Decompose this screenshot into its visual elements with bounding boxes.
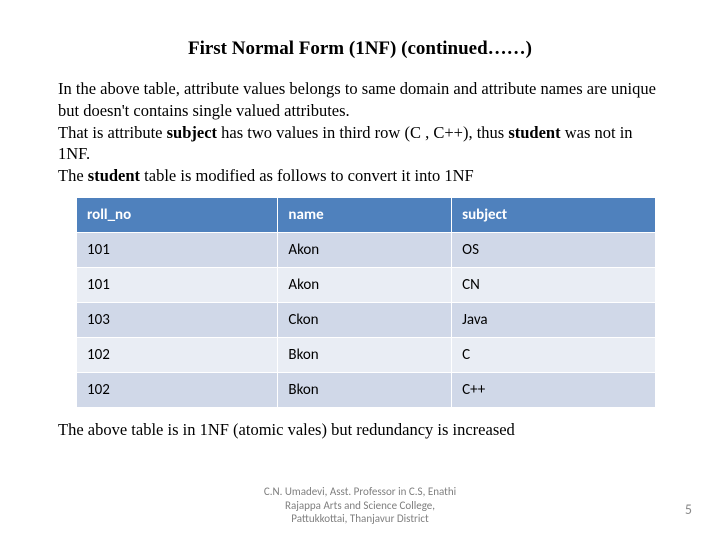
table-row: 102 Bkon C++ — [77, 372, 656, 407]
cell: Akon — [278, 232, 452, 267]
slide-title: First Normal Form (1NF) (continued……) — [58, 38, 662, 60]
cell: 102 — [77, 337, 278, 372]
col-header: roll_no — [77, 197, 278, 232]
attribution-line: Rajappa Arts and Science College, — [285, 499, 435, 512]
table-header-row: roll_no name subject — [77, 197, 656, 232]
body-paragraph: In the above table, attribute values bel… — [58, 78, 662, 187]
cell: 101 — [77, 267, 278, 302]
text-line: That is attribute — [58, 123, 167, 142]
bold-text: student — [508, 123, 560, 142]
bold-text: subject — [167, 123, 217, 142]
attribution-line: Pattukkottai, Thanjavur District — [291, 512, 429, 525]
cell: Ckon — [278, 302, 452, 337]
cell: C++ — [452, 372, 656, 407]
footnote: The above table is in 1NF (atomic vales)… — [58, 420, 662, 440]
cell: 103 — [77, 302, 278, 337]
attribution: C.N. Umadevi, Asst. Professor in C.S, En… — [0, 485, 720, 526]
page-number: 5 — [685, 501, 692, 518]
cell: 102 — [77, 372, 278, 407]
bold-text: student — [88, 166, 140, 185]
student-table: roll_no name subject 101 Akon OS 101 Ako… — [76, 197, 656, 408]
col-header: subject — [452, 197, 656, 232]
cell: Akon — [278, 267, 452, 302]
attribution-line: C.N. Umadevi, Asst. Professor in C.S, En… — [264, 485, 456, 498]
table-row: 103 Ckon Java — [77, 302, 656, 337]
col-header: name — [278, 197, 452, 232]
cell: C — [452, 337, 656, 372]
text-line: table is modified as follows to convert … — [140, 166, 474, 185]
cell: Java — [452, 302, 656, 337]
cell: Bkon — [278, 337, 452, 372]
slide: First Normal Form (1NF) (continued……) In… — [0, 0, 720, 540]
table-row: 101 Akon OS — [77, 232, 656, 267]
cell: 101 — [77, 232, 278, 267]
cell: OS — [452, 232, 656, 267]
cell: CN — [452, 267, 656, 302]
text-line: has two values in third row (C , C++), t… — [217, 123, 508, 142]
text-line: The — [58, 166, 88, 185]
table-row: 102 Bkon C — [77, 337, 656, 372]
text-line: In the above table, attribute values bel… — [58, 79, 656, 120]
table-row: 101 Akon CN — [77, 267, 656, 302]
cell: Bkon — [278, 372, 452, 407]
